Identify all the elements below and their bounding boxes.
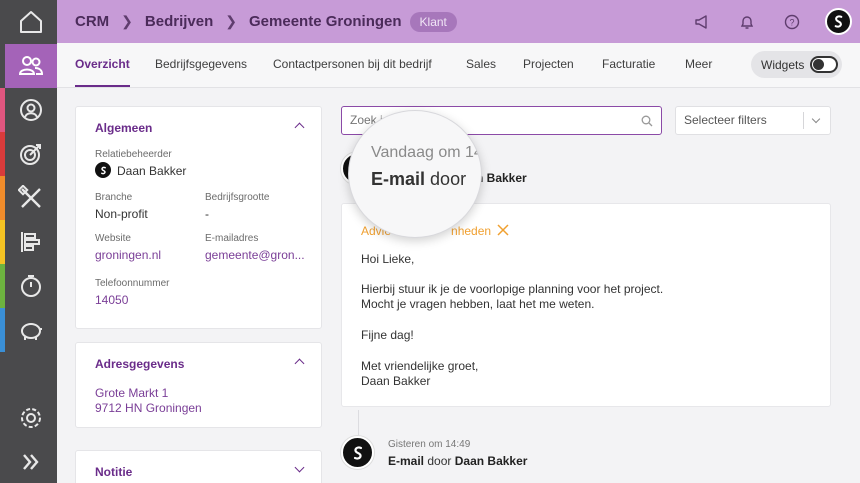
note-title: Notitie <box>95 465 133 479</box>
size-label: Bedrijfsgrootte <box>205 192 270 203</box>
phone-label: Telefoonnummer <box>95 278 170 289</box>
branche-value: Non-profit <box>95 207 148 221</box>
website-label: Website <box>95 233 131 244</box>
magnifier-lens: Vandaag om 14 E-mail door <box>348 110 482 238</box>
timeline-author-partial: n Bakker <box>476 171 527 185</box>
email-body-line: Hoi Lieke, <box>361 252 415 266</box>
rail-contacts[interactable] <box>5 44 57 88</box>
breadcrumb-crm[interactable]: CRM <box>75 13 109 30</box>
magnified-title: E-mail door <box>371 169 467 189</box>
note-card: Notitie <box>75 450 322 483</box>
breadcrumb-chevron-icon: ❯ <box>225 13 237 29</box>
rail-home[interactable] <box>5 0 57 44</box>
toggle-switch[interactable] <box>810 56 838 73</box>
website-link[interactable]: groningen.nl <box>95 248 161 262</box>
email-body-line: Met vriendelijke groet, <box>361 359 479 373</box>
top-icons: ? <box>668 0 860 43</box>
rail-expand[interactable] <box>5 440 57 483</box>
email-body-line: Fijne dag! <box>361 328 414 342</box>
person-icon <box>20 99 42 121</box>
expand-chevron-icon[interactable] <box>294 462 305 473</box>
left-rail <box>0 0 57 483</box>
address-title: Adresgegevens <box>95 357 185 371</box>
address-line1[interactable]: Grote Markt 1 <box>95 386 168 400</box>
general-card: Algemeen Relatiebeheerder Daan Bakker Br… <box>75 106 322 329</box>
target-icon <box>20 144 41 165</box>
branche-label: Branche <box>95 192 133 203</box>
status-badge: Klant <box>409 11 457 32</box>
address-line2[interactable]: 9712 HN Groningen <box>95 401 202 415</box>
breadcrumb-company: Gemeente Groningen <box>249 13 402 30</box>
timer-icon <box>21 275 41 297</box>
filter-divider <box>803 112 804 129</box>
contacts-icon <box>18 56 44 75</box>
breadcrumb-chevron-icon: ❯ <box>121 13 133 29</box>
settings-icon <box>21 408 41 428</box>
rail-planning[interactable] <box>5 220 57 264</box>
tab-overzicht[interactable]: Overzicht <box>75 43 130 87</box>
rail-timer[interactable] <box>5 264 57 308</box>
email-link[interactable]: gemeente@gron... <box>205 248 305 262</box>
planning-icon <box>21 232 40 252</box>
relation-manager-value: Daan Bakker <box>117 164 187 178</box>
rail-finance[interactable] <box>5 308 57 352</box>
rail-target[interactable] <box>5 132 57 176</box>
email-label: E-mailadres <box>205 233 259 244</box>
megaphone-icon[interactable] <box>691 11 713 33</box>
account-logo[interactable] <box>825 8 852 35</box>
help-icon[interactable]: ? <box>781 11 803 33</box>
svg-text:?: ? <box>789 17 794 27</box>
search-icon <box>641 115 653 127</box>
tab-projecten[interactable]: Projecten <box>523 43 574 87</box>
email-body-line: Daan Bakker <box>361 374 431 388</box>
timeline-connector <box>358 410 359 436</box>
email-body-line: Mocht je vragen hebben, laat het me wete… <box>361 297 595 311</box>
collapse-chevron-icon[interactable] <box>294 122 305 133</box>
tab-contactpersonen[interactable]: Contactpersonen bij dit bedrijf <box>273 43 432 87</box>
filter-select[interactable]: Selecteer filters <box>675 106 831 135</box>
home-icon <box>20 11 42 33</box>
tab-bar: Overzicht Bedrijfsgegevens Contactperson… <box>57 43 860 88</box>
piggy-bank-icon <box>21 323 42 340</box>
breadcrumb-bedrijven[interactable]: Bedrijven <box>145 13 213 30</box>
tools-icon <box>497 224 509 236</box>
expand-icon <box>23 454 39 470</box>
relation-manager-label: Relatiebeheerder <box>95 149 172 160</box>
top-bar: CRM ❯ Bedrijven ❯ Gemeente Groningen Kla… <box>57 0 860 43</box>
rail-tools[interactable] <box>5 176 57 220</box>
widgets-label: Widgets <box>761 57 805 72</box>
address-card: Adresgegevens Grote Markt 1 9712 HN Gron… <box>75 342 322 428</box>
tab-sales[interactable]: Sales <box>466 43 496 87</box>
magnified-time: Vandaag om 14 <box>371 144 482 161</box>
rail-settings[interactable] <box>5 396 57 440</box>
widgets-toggle[interactable]: Widgets <box>751 51 842 78</box>
manager-avatar <box>95 162 111 178</box>
collapse-chevron-icon[interactable] <box>294 358 305 369</box>
tab-meer[interactable]: Meer <box>685 43 712 87</box>
author-avatar <box>341 436 374 469</box>
timeline-time: Gisteren om 14:49 <box>388 439 471 450</box>
filter-label: Selecteer filters <box>684 113 767 127</box>
phone-link[interactable]: 14050 <box>95 293 128 307</box>
general-title: Algemeen <box>95 121 153 135</box>
timeline-title: E-mail door Daan Bakker <box>388 454 528 468</box>
chevron-down-icon <box>811 114 821 124</box>
bell-icon[interactable] <box>736 11 758 33</box>
rail-person[interactable] <box>5 88 57 132</box>
tab-facturatie[interactable]: Facturatie <box>602 43 655 87</box>
size-value: - <box>205 207 209 221</box>
tools-icon <box>18 185 41 208</box>
tab-bedrijfsgegevens[interactable]: Bedrijfsgegevens <box>155 43 247 87</box>
email-body-line: Hierbij stuur ik je de voorlopige planni… <box>361 282 664 296</box>
